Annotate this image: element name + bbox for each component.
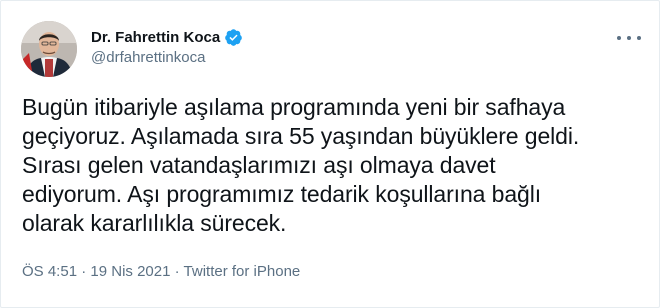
avatar-photo [21,21,77,77]
verified-badge-icon [224,28,243,47]
tweet-source-link[interactable]: Twitter for iPhone [184,263,301,280]
dot [627,36,631,40]
more-options-icon[interactable] [617,29,641,47]
separator: · [174,263,180,280]
dot [617,36,621,40]
tweet-timestamp-link[interactable]: ÖS 4:51 · 19 Nis 2021 [22,263,170,280]
tweet-date: 19 Nis 2021 [90,263,171,280]
tweet-card: Dr. Fahrettin Koca @drfahrettinkoca Bugü… [0,0,660,308]
tweet-time: ÖS 4:51 [22,263,78,280]
author-display-name[interactable]: Dr. Fahrettin Koca [91,29,220,46]
avatar[interactable] [21,21,77,77]
tweet-text: Bugün itibariyle aşılama programında yen… [22,94,580,236]
tweet-metadata: ÖS 4:51 · 19 Nis 2021 · Twitter for iPho… [22,263,300,280]
author-name-row[interactable]: Dr. Fahrettin Koca [91,27,243,47]
author-handle[interactable]: @drfahrettinkoca [91,49,205,66]
dot [637,36,641,40]
separator: · [81,263,87,280]
